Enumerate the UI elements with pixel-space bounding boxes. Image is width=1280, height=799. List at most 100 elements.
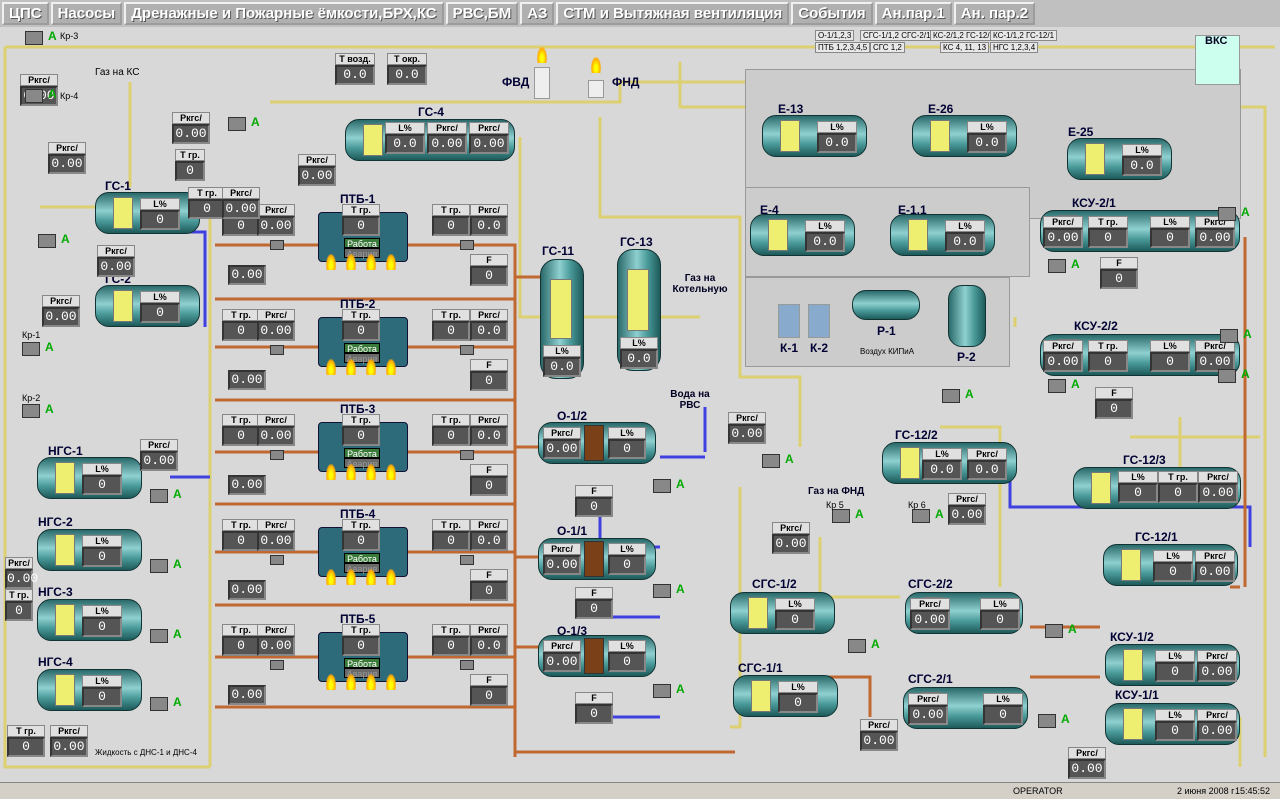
gs123-label: ГС-12/3	[1123, 453, 1166, 467]
left-p2-value: 0.00	[48, 154, 86, 174]
control-valve-21[interactable]	[1048, 379, 1066, 393]
auto-mode-indicator-9: A	[251, 115, 260, 129]
ptb5-f-value: 0	[470, 686, 508, 706]
tab-3[interactable]: РВС,БМ	[445, 2, 519, 25]
ptb5-out-valve[interactable]	[460, 660, 474, 670]
control-valve-2[interactable]	[38, 234, 56, 248]
ngs1-label: НГС-1	[48, 444, 83, 458]
gs-top-p-caption: Ркгс/см2	[20, 74, 58, 96]
tab-7[interactable]: Ан.пар.1	[874, 2, 952, 25]
sgs11-p-caption: Ркгс/см2	[860, 719, 898, 741]
e13-label: Е-13	[778, 102, 804, 116]
auto-mode-indicator-2: A	[61, 232, 70, 246]
control-valve-6[interactable]	[150, 559, 168, 573]
sgs12-disp-0-value: 0	[775, 610, 815, 630]
k2-compressor[interactable]	[808, 304, 830, 338]
auto-mode-indicator-15: A	[935, 507, 944, 521]
ptb3-gas-valve[interactable]	[270, 450, 284, 460]
control-valve-9[interactable]	[228, 117, 246, 131]
control-valve-0[interactable]	[25, 31, 43, 45]
o12-f-caption: F	[575, 485, 613, 497]
control-valve-18[interactable]	[1218, 207, 1236, 221]
control-valve-11[interactable]	[653, 584, 671, 598]
ngs4-disp-0-caption: L%	[82, 675, 122, 687]
control-valve-4[interactable]	[22, 404, 40, 418]
control-valve-3[interactable]	[22, 342, 40, 356]
ngs4-label: НГС-4	[38, 655, 73, 669]
subtab-5[interactable]: СГС 1,2	[870, 42, 905, 53]
ksu11-disp-1-caption: Ркгс/см2	[1197, 709, 1237, 731]
subtab-7[interactable]: НГС 1,2,3,4	[990, 42, 1039, 53]
subtab-6[interactable]: КС 4, 11, 13	[940, 42, 990, 53]
control-valve-24[interactable]	[1038, 714, 1056, 728]
tab-4[interactable]: АЗ	[520, 2, 555, 25]
control-valve-8[interactable]	[150, 697, 168, 711]
ptb1-gas-valve[interactable]	[270, 240, 284, 250]
ptb2-flow-value: 0.00	[228, 370, 266, 390]
auto-mode-indicator-14: A	[855, 507, 864, 521]
ksu11-bot-p-caption: Ркгс/см2	[1068, 747, 1106, 769]
ptb3-out-valve[interactable]	[460, 450, 474, 460]
control-valve-23[interactable]	[1218, 369, 1236, 383]
control-valve-16[interactable]	[848, 639, 866, 653]
ptb2-out-valve[interactable]	[460, 345, 474, 355]
vks-label: ВКС	[1205, 35, 1228, 47]
ptb3-flow-value: 0.00	[228, 475, 266, 495]
control-valve-5[interactable]	[150, 489, 168, 503]
status-user: OPERATOR	[1013, 786, 1063, 796]
ptb4-burner-flame-1	[346, 569, 356, 585]
status-time: 15:45:52	[1235, 786, 1271, 796]
tab-8[interactable]: Ан. пар.2	[953, 2, 1036, 25]
auto-mode-indicator-12: A	[676, 682, 685, 696]
ptb4-out-valve[interactable]	[460, 555, 474, 565]
ptb2-gas-valve[interactable]	[270, 345, 284, 355]
ksu22-disp-0-caption: Ркгс/см2	[1043, 340, 1083, 362]
control-valve-12[interactable]	[653, 684, 671, 698]
subtab-0[interactable]: О-1/1,2,3	[815, 30, 855, 41]
tab-6[interactable]: События	[791, 2, 873, 25]
e13-disp-0-caption: L%	[817, 121, 857, 133]
gs2-pin-caption: Ркгс/см2	[97, 245, 135, 267]
subtab-3[interactable]: КС-1/1,2 ГС-12/1	[990, 30, 1058, 41]
control-valve-19[interactable]	[1048, 259, 1066, 273]
control-valve-14[interactable]	[832, 509, 850, 523]
control-valve-10[interactable]	[653, 479, 671, 493]
water-to-rvs-label: Вода на РВС	[670, 389, 710, 411]
ksu21-disp-2-caption: L%	[1150, 216, 1190, 228]
e26-level-bar	[930, 120, 950, 152]
control-valve-7[interactable]	[150, 629, 168, 643]
tab-2[interactable]: Дренажные и Пожарные ёмкости,БРХ,КС	[124, 2, 444, 25]
r2-label: Р-2	[957, 350, 976, 364]
control-valve-17[interactable]	[1045, 624, 1063, 638]
ptb2-tin-value: 0	[222, 321, 260, 341]
tab-5[interactable]: СТМ и Вытяжная вентиляция	[556, 2, 790, 25]
gs2-p-value: 0.00	[42, 307, 80, 327]
ambient-temp-value: 0.0	[387, 65, 427, 85]
gs13-level-bar	[627, 269, 649, 331]
e26-disp-0-value: 0.0	[967, 133, 1007, 153]
o11-label: О-1/1	[557, 524, 588, 538]
ptb5-gas-valve[interactable]	[270, 660, 284, 670]
ksu12-disp-1-value: 0.00	[1197, 662, 1237, 682]
ptb4-gas-valve[interactable]	[270, 555, 284, 565]
k1-compressor[interactable]	[778, 304, 800, 338]
tab-1[interactable]: Насосы	[50, 2, 123, 25]
control-valve-20[interactable]	[1220, 329, 1238, 343]
sgs12-level-bar	[748, 597, 768, 629]
ptb2-pin-caption: Ркгс/см2	[257, 309, 295, 331]
ptb1-out-valve[interactable]	[460, 240, 474, 250]
tab-0[interactable]: ЦПС	[2, 2, 49, 25]
r1-vessel[interactable]	[852, 290, 920, 320]
kip-air-label: Воздух КИПиА	[860, 347, 915, 356]
control-valve-22[interactable]	[942, 389, 960, 403]
r2-vessel[interactable]	[948, 285, 986, 347]
control-valve-15[interactable]	[912, 509, 930, 523]
ptb4-t-value: 0	[342, 531, 380, 551]
control-valve-13[interactable]	[762, 454, 780, 468]
control-valve-1[interactable]	[25, 89, 43, 103]
subtab-1[interactable]: СГС-1/1,2 СГС-2/1,2	[860, 30, 941, 41]
e25-level-bar	[1085, 143, 1105, 175]
subtab-2[interactable]: КС-2/1,2 ГС-12/3	[930, 30, 998, 41]
subtab-4[interactable]: ПТБ 1,2,3,4,5	[815, 42, 871, 53]
top-tab-bar: ЦПС Насосы Дренажные и Пожарные ёмкости,БР…	[0, 0, 1280, 27]
